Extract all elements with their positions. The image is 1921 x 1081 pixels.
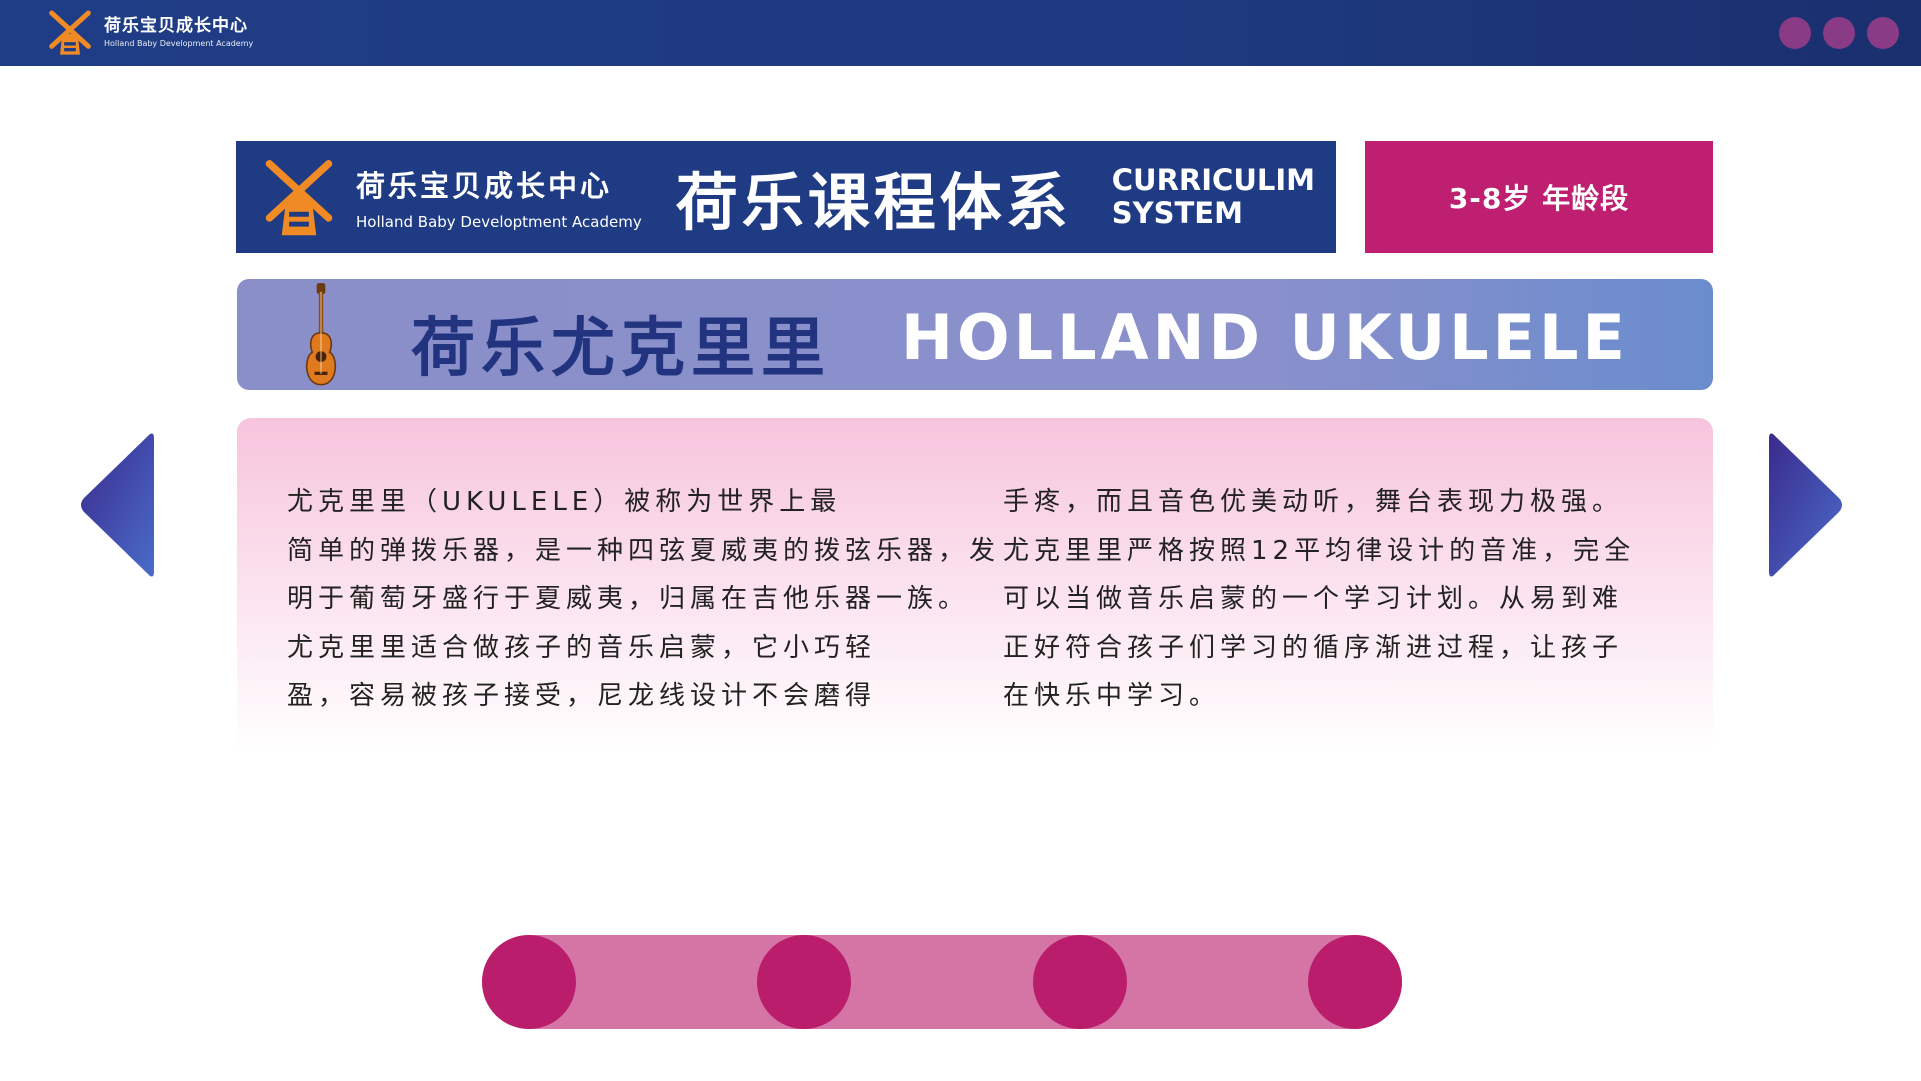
description-left-column: 尤克里里（UKULELE）被称为世界上最 简单的弹拨乐器，是一种四弦夏威夷的拨弦… <box>287 478 1001 721</box>
window-dot-2[interactable] <box>1823 17 1855 49</box>
windmill-logo-icon <box>265 160 333 236</box>
header-brand[interactable]: 荷乐宝贝成长中心 Holland Baby Development Academ… <box>44 8 253 58</box>
course-title-en: HOLLAND UKULELE <box>901 301 1629 374</box>
curriculum-title-block: 荷乐宝贝成长中心 Holland Baby Developtment Acade… <box>236 141 1336 253</box>
header-brand-en: Holland Baby Development Academy <box>104 39 254 48</box>
curriculum-sub-title-line1: CURRICULIM <box>1111 162 1315 197</box>
description-right-column: 手疼，而且音色优美动听，舞台表现力极强。 尤克里里严格按照12平均律设计的音准，… <box>1003 478 1683 721</box>
description-line: 手疼，而且音色优美动听，舞台表现力极强。 <box>1003 487 1624 517</box>
window-dot-1[interactable] <box>1779 17 1811 49</box>
step-dot-4[interactable] <box>1308 935 1402 1029</box>
triangle-right-icon <box>1769 433 1842 577</box>
course-title-cn: 荷乐尤克里里 <box>411 312 831 386</box>
description-line: 尤克里里严格按照12平均律设计的音准，完全 <box>1003 535 1636 566</box>
windmill-logo-icon <box>49 10 91 55</box>
curriculum-sub-title: CURRICULIM SYSTEM <box>1111 162 1315 231</box>
ukulele-icon <box>305 283 337 386</box>
description-line: 盈，容易被孩子接受，尼龙线设计不会磨得 <box>287 681 877 711</box>
step-dot-2[interactable] <box>757 935 851 1029</box>
step-dot-3[interactable] <box>1033 935 1127 1029</box>
description-line: 正好符合孩子们学习的循序渐进过程，让孩子 <box>1003 632 1624 663</box>
description-line: 尤克里里适合做孩子的音乐启蒙，它小巧轻 <box>287 632 877 663</box>
description-line: 在快乐中学习。 <box>1003 681 1221 711</box>
title-brand-cn: 荷乐宝贝成长中心 <box>356 169 613 203</box>
window-dot-3[interactable] <box>1867 17 1899 49</box>
course-title-bar: 荷乐尤克里里 HOLLAND UKULELE <box>237 279 1713 390</box>
next-slide-button[interactable] <box>1767 432 1845 578</box>
slide-stepper <box>482 935 1402 1029</box>
description-line: 尤克里里（UKULELE）被称为世界上最 <box>287 487 842 517</box>
header-brand-cn: 荷乐宝贝成长中心 <box>104 16 248 36</box>
step-dot-1[interactable] <box>482 935 576 1029</box>
top-bar: 荷乐宝贝成长中心 Holland Baby Development Academ… <box>0 0 1921 66</box>
description-line: 简单的弹拨乐器，是一种四弦夏威夷的拨弦乐器，发 <box>287 535 1001 566</box>
course-description-panel: 尤克里里（UKULELE）被称为世界上最 简单的弹拨乐器，是一种四弦夏威夷的拨弦… <box>237 418 1713 790</box>
description-line: 明于葡萄牙盛行于夏威夷，归属在吉他乐器一族。 <box>287 584 970 614</box>
age-range-badge: 3-8岁 年龄段 <box>1365 141 1713 253</box>
title-brand-en: Holland Baby Developtment Academy <box>356 213 642 231</box>
description-line: 可以当做音乐启蒙的一个学习计划。从易到难 <box>1003 584 1624 614</box>
curriculum-main-title: 荷乐课程体系 <box>675 166 1072 239</box>
triangle-left-icon <box>81 433 154 577</box>
prev-slide-button[interactable] <box>78 432 156 578</box>
window-dots <box>1779 17 1899 49</box>
curriculum-sub-title-line2: SYSTEM <box>1111 196 1243 230</box>
